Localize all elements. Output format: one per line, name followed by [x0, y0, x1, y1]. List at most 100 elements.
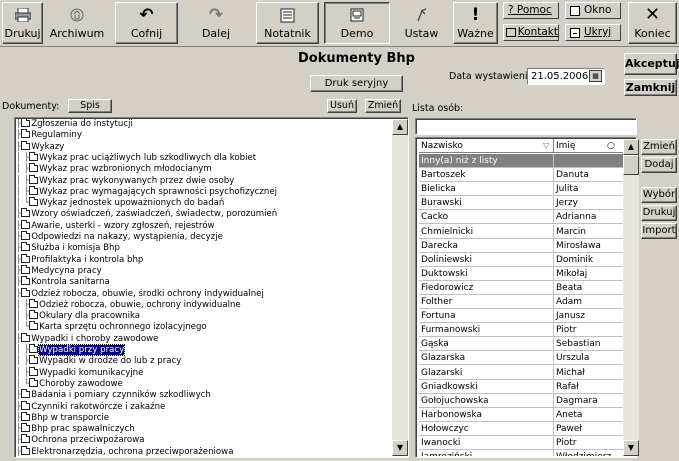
- add-person-button[interactable]: Dodaj: [641, 157, 677, 173]
- close-button[interactable]: Zamknij: [624, 79, 677, 96]
- table-row[interactable]: Hołowczyc Paweł: [419, 421, 631, 436]
- circle-icon[interactable]: ○: [607, 139, 615, 153]
- tree-item[interactable]: ├ Ochrona przeciwpożarowa: [16, 434, 144, 446]
- column-name[interactable]: Imię: [556, 139, 575, 153]
- scroll-up-icon[interactable]: ▲: [392, 119, 408, 135]
- tree-item[interactable]: │ ├ Wykaz prac wzbronionych młodocianym: [16, 163, 212, 175]
- scroll-up-icon[interactable]: ▲: [623, 139, 639, 155]
- table-row[interactable]: Chmielnicki Marcin: [419, 224, 631, 239]
- tree-item[interactable]: ├ Medycyna pracy: [16, 264, 102, 277]
- tree-item-label: Odzież robocza, obuwie, środki ochrony i…: [31, 288, 264, 299]
- table-row[interactable]: Cacko Adrianna: [419, 210, 631, 225]
- list-button[interactable]: Spis: [68, 99, 112, 113]
- tree-item-label: Bhp prac spawalniczych: [31, 424, 135, 435]
- table-row[interactable]: Bielicka Julita: [419, 182, 631, 197]
- sort-icon[interactable]: ▽: [543, 139, 549, 153]
- persons-scrollbar[interactable]: ▲ ▼: [623, 139, 639, 456]
- tree-item-label: Zgłoszenia do instytucji: [31, 119, 133, 129]
- column-surname[interactable]: Nazwisko: [421, 139, 463, 153]
- tree-item[interactable]: ├ Służba i komisja Bhp: [16, 242, 120, 254]
- accept-button[interactable]: Akceptuj: [624, 53, 679, 75]
- page-title: Dokumenty Bhp: [298, 51, 415, 66]
- tree-item[interactable]: ├ Czynniki rakotwórcze i zakaźne: [16, 400, 165, 413]
- table-row[interactable]: Furmanowski Piotr: [419, 323, 631, 338]
- undo-button[interactable]: ↶ Cofnij: [115, 2, 178, 44]
- tree-item[interactable]: ├ Profilaktyka i kontrola bhp: [16, 253, 143, 266]
- end-button[interactable]: ✕ Koniec: [628, 2, 677, 44]
- documents-tree[interactable]: ├ Zgłoszenia do instytucji ├ Regulaminy ├ Wyk…: [16, 119, 408, 456]
- table-row[interactable]: Inny(a) niż z listy: [419, 154, 631, 168]
- table-row[interactable]: Doliniewski Dominik: [419, 252, 631, 267]
- notebook-button[interactable]: Notatnik: [256, 2, 319, 44]
- tree-item[interactable]: ├ Odpowiedzi na nakazy, wystąpienia, decy…: [16, 231, 223, 243]
- tree-item[interactable]: │ └ Choroby zawodowe: [16, 377, 123, 390]
- help-button[interactable]: ? Pomoc: [503, 2, 559, 19]
- persons-table[interactable]: Nazwisko ▽ Imię ○ Inny(a) niż z listy Bartosz…: [417, 139, 635, 456]
- tree-item[interactable]: │ └ Wykaz jednostek upoważnionych do bada…: [16, 197, 224, 209]
- tree-scrollbar[interactable]: ▲ ▼: [392, 119, 408, 456]
- tree-item[interactable]: ├ Elektronarzędzia, ochrona przeciwporaże…: [16, 445, 233, 456]
- tree-item[interactable]: ├ Odzież robocza, obuwie, środki ochrony …: [16, 287, 264, 300]
- table-row[interactable]: Iwanocki Piotr: [419, 436, 631, 450]
- table-row[interactable]: Fortuna Janusz: [419, 309, 631, 324]
- redo-button[interactable]: ↷ Dalej: [183, 2, 249, 44]
- change-doc-button[interactable]: Zmień: [365, 99, 401, 113]
- tree-item[interactable]: ├ Wykazy: [16, 140, 64, 153]
- table-row[interactable]: Glazarska Urszula: [419, 351, 631, 366]
- serial-print-button[interactable]: Druk seryjny: [310, 75, 403, 92]
- tree-item[interactable]: ├ Wzory oświadczeń, zaświadczeń, świadect…: [16, 208, 277, 220]
- tree-item[interactable]: ├ Zgłoszenia do instytucji: [16, 119, 133, 130]
- tree-item[interactable]: │ ├ Wykaz prac wykonywanych przez dwie os…: [16, 174, 234, 187]
- hide-toggle[interactable]: Ukryj: [565, 24, 621, 41]
- change-person-button[interactable]: Zmień: [641, 139, 677, 155]
- table-row[interactable]: Gąska Sebastian: [419, 337, 631, 352]
- demo-button[interactable]: Demo: [324, 2, 390, 44]
- table-row[interactable]: Glazarski Michał: [419, 365, 631, 380]
- calendar-icon[interactable]: ▦: [589, 70, 602, 82]
- tree-item[interactable]: │ ├ Wypadki w drodze do lub z pracy: [16, 355, 181, 367]
- tree-item[interactable]: ├ Wypadki i choroby zawodowe: [16, 332, 158, 345]
- important-button[interactable]: ! Ważne: [453, 2, 498, 44]
- settings-button[interactable]: Ustaw: [393, 2, 450, 44]
- print-persons-button[interactable]: Drukuj: [641, 205, 677, 221]
- hide-checkbox[interactable]: [570, 27, 580, 38]
- tree-item[interactable]: │ ├ Wykaz prac wymagających sprawności ps…: [16, 185, 277, 198]
- tree-item[interactable]: │ ├ Wypadki komunikacyjne: [16, 366, 143, 379]
- person-search-input[interactable]: [415, 118, 637, 135]
- table-row[interactable]: Burawski Jerzy: [419, 196, 631, 211]
- tree-item[interactable]: ├ Badania i pomiary czynników szkodliwych: [16, 389, 211, 401]
- table-row[interactable]: Fiedorowicz Beata: [419, 280, 631, 295]
- surname-cell: Chmielnicki: [421, 226, 474, 237]
- table-row[interactable]: Gołojuchowska Dagmara: [419, 393, 631, 408]
- tree-item[interactable]: ├ Awarie, usterki - wzory zgłoszeń, rejes…: [16, 219, 215, 232]
- tree-item[interactable]: │ ├ Odzież robocza, obuwie, ochrony indyw…: [16, 298, 241, 311]
- table-row[interactable]: Jamroziński Włodzimierz: [419, 450, 631, 456]
- name-cell: Dominik: [556, 254, 594, 265]
- print-button[interactable]: Drukuj: [2, 2, 43, 44]
- tree-item[interactable]: ├ Bhp prac spawalniczych: [16, 423, 135, 435]
- scroll-thumb[interactable]: [623, 155, 639, 175]
- contact-button[interactable]: Kontakt: [503, 24, 559, 41]
- delete-button[interactable]: Usuń: [327, 99, 357, 113]
- scroll-down-icon[interactable]: ▼: [392, 440, 408, 456]
- tree-item[interactable]: │ ├ Wykaz prac uciążliwych lub szkodliwyc…: [16, 151, 256, 164]
- table-row[interactable]: Folther Adam: [419, 295, 631, 309]
- window-checkbox[interactable]: [570, 5, 580, 16]
- tree-item[interactable]: ├ Bhp w transporcie: [16, 411, 109, 424]
- folder-icon: [21, 264, 31, 274]
- archive-button[interactable]: Archiwum: [44, 2, 110, 44]
- import-button[interactable]: Import: [641, 223, 677, 239]
- tree-item[interactable]: ├ Kontrola sanitarna: [16, 276, 110, 288]
- window-toggle[interactable]: Okno: [565, 2, 621, 19]
- name-cell: Piotr: [556, 325, 577, 336]
- issue-date-field[interactable]: 21.05.2006 ▦: [527, 68, 605, 85]
- tree-item[interactable]: │ └ Karta sprzętu ochronnego izolacyjnego: [16, 321, 207, 333]
- table-row[interactable]: Darecka Mirosława: [419, 238, 631, 253]
- persons-label: Lista osób:: [412, 103, 464, 114]
- table-row[interactable]: Harbonowska Aneta: [419, 407, 631, 422]
- table-row[interactable]: Gniadkowski Rafał: [419, 379, 631, 394]
- select-button[interactable]: Wybór: [641, 187, 677, 203]
- scroll-down-icon[interactable]: ▼: [623, 440, 639, 456]
- table-row[interactable]: Bartoszek Danuta: [419, 168, 631, 183]
- table-row[interactable]: Duktowski Mikołaj: [419, 266, 631, 281]
